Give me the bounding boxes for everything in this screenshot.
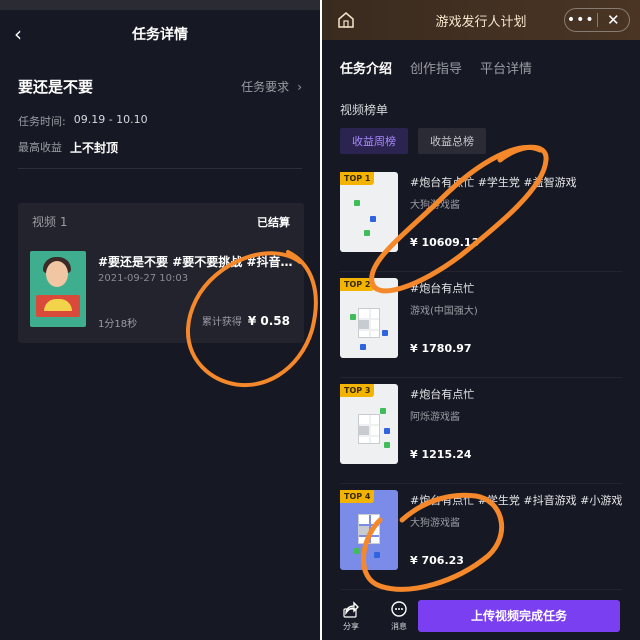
share-button[interactable]: 分享 bbox=[332, 600, 370, 632]
task-header: 要还是不要 任务要求 › bbox=[0, 76, 320, 97]
thumbnail-block bbox=[382, 330, 388, 336]
video-thumbnail[interactable] bbox=[30, 251, 86, 327]
thumbnail-grid bbox=[358, 414, 380, 444]
item-amount: ¥ 1780.97 bbox=[410, 342, 472, 355]
list-item[interactable]: TOP 1 #炮台有点忙 #学生党 #益智游戏 大狗游戏酱 ¥ 10609.13 bbox=[340, 166, 622, 272]
video-title: #要还是不要 #要不要挑战 #抖音... bbox=[98, 255, 294, 269]
thumbnail-block bbox=[384, 428, 390, 434]
list-item[interactable]: TOP 2 #炮台有点忙 游戏(中国强大) ¥ 1780.97 bbox=[340, 272, 622, 378]
item-author: 阿烁游戏酱 bbox=[410, 412, 460, 423]
video-duration: 1分18秒 bbox=[98, 319, 138, 330]
chevron-right-icon: › bbox=[297, 80, 302, 94]
video-earnings: 累计获得 ¥ 0.58 bbox=[202, 313, 290, 328]
earned-label: 累计获得 bbox=[201, 317, 242, 328]
task-requirements-link[interactable]: 任务要求 › bbox=[241, 78, 302, 95]
video-card-header: 视频 1 已结算 bbox=[18, 203, 304, 240]
divider bbox=[18, 168, 302, 169]
video-ranking-list: TOP 1 #炮台有点忙 #学生党 #益智游戏 大狗游戏酱 ¥ 10609.13… bbox=[340, 166, 622, 590]
back-arrow-icon[interactable]: ‹ bbox=[14, 24, 34, 44]
mini-program-title: 游戏发行人计划 bbox=[435, 14, 527, 30]
thumbnail-block bbox=[350, 314, 356, 320]
rank-badge: TOP 4 bbox=[340, 490, 375, 503]
thumbnail-face bbox=[46, 261, 68, 287]
rank-badge: TOP 1 bbox=[340, 172, 375, 185]
max-earnings-row: 最高收益 上不封顶 bbox=[18, 139, 302, 156]
message-icon bbox=[391, 600, 407, 617]
item-title: #炮台有点忙 #学生党 #抖音游戏 #小游戏 bbox=[410, 494, 622, 507]
top-bar: ‹ 任务详情 bbox=[0, 10, 320, 58]
max-earnings-label: 最高收益 bbox=[18, 141, 62, 154]
status-bar bbox=[0, 0, 320, 10]
max-earnings-value: 上不封顶 bbox=[70, 141, 119, 155]
thumbnail-block bbox=[364, 230, 370, 236]
upload-video-button[interactable]: 上传视频完成任务 bbox=[418, 600, 620, 632]
item-author: 大狗游戏酱 bbox=[410, 200, 460, 211]
thumbnail-block bbox=[360, 344, 366, 350]
section-title: 视频榜单 bbox=[340, 103, 389, 117]
rank-badge: TOP 3 bbox=[340, 384, 375, 397]
tab-creation-guide[interactable]: 创作指导 bbox=[410, 58, 462, 77]
thumbnail-block bbox=[354, 548, 360, 554]
thumbnail-grid bbox=[358, 308, 380, 338]
item-author: 游戏(中国强大) bbox=[410, 306, 478, 317]
share-label: 分享 bbox=[343, 621, 359, 631]
item-amount: ¥ 1215.24 bbox=[410, 448, 472, 461]
bottom-action-bar: 分享 消息 上传视频完成任务 bbox=[322, 592, 640, 640]
item-amount: ¥ 706.23 bbox=[410, 554, 464, 567]
task-name: 要还是不要 bbox=[18, 78, 94, 96]
list-item[interactable]: TOP 4 #炮台有点忙 #学生党 #抖音游戏 #小游戏 大狗游戏酱 ¥ 706… bbox=[340, 484, 622, 590]
ranking-toggle: 收益周榜 收益总榜 bbox=[322, 128, 640, 154]
video-card[interactable]: 视频 1 已结算 #要还是不要 #要不要挑战 #抖音... 2021-09-27… bbox=[18, 203, 304, 343]
mini-program-header: 游戏发行人计划 ••• ✕ bbox=[322, 0, 640, 40]
task-time-value: 09.19 - 10.10 bbox=[73, 113, 148, 126]
task-time-label: 任务时间: bbox=[18, 115, 66, 128]
item-amount: ¥ 10609.13 bbox=[410, 236, 480, 249]
thumbnail-block bbox=[370, 216, 376, 222]
total-earnings-pill[interactable]: 收益总榜 bbox=[418, 128, 486, 154]
page-title: 任务详情 bbox=[132, 27, 188, 43]
game-publisher-screen: 游戏发行人计划 ••• ✕ 任务介绍 创作指导 平台详情 视频榜单 收益周榜 收… bbox=[322, 0, 640, 640]
task-meta: 任务时间: 09.19 - 10.10 最高收益 上不封顶 bbox=[0, 113, 320, 156]
more-dots-icon[interactable]: ••• bbox=[565, 12, 597, 28]
screenshot-collage: ‹ 任务详情 要还是不要 任务要求 › 任务时间: 09.19 - 10.10 最… bbox=[0, 0, 640, 640]
video-date: 2021-09-27 10:03 bbox=[98, 273, 189, 284]
tab-platform-details[interactable]: 平台详情 bbox=[480, 58, 532, 77]
rank-badge: TOP 2 bbox=[340, 278, 375, 291]
tab-task-intro[interactable]: 任务介绍 bbox=[340, 58, 392, 77]
item-author: 大狗游戏酱 bbox=[410, 518, 460, 529]
thumbnail-block bbox=[354, 200, 360, 206]
message-label: 消息 bbox=[391, 621, 407, 631]
earned-value: ¥ 0.58 bbox=[247, 314, 290, 328]
thumbnail-grid bbox=[358, 514, 380, 544]
task-time-row: 任务时间: 09.19 - 10.10 bbox=[18, 113, 302, 129]
message-button[interactable]: 消息 bbox=[380, 600, 418, 632]
item-title: #炮台有点忙 #学生党 #益智游戏 bbox=[410, 176, 577, 189]
close-icon[interactable]: ✕ bbox=[597, 11, 629, 29]
capsule-menu: ••• ✕ bbox=[564, 8, 630, 32]
share-icon bbox=[343, 600, 359, 618]
thumbnail-block bbox=[374, 552, 380, 558]
task-requirements-label: 任务要求 bbox=[241, 80, 290, 94]
settlement-status: 已结算 bbox=[257, 215, 290, 229]
tab-bar: 任务介绍 创作指导 平台详情 bbox=[322, 58, 640, 77]
item-title: #炮台有点忙 bbox=[410, 388, 475, 401]
thumbnail-board bbox=[36, 295, 80, 317]
weekly-earnings-pill[interactable]: 收益周榜 bbox=[340, 128, 408, 154]
task-detail-screen: ‹ 任务详情 要还是不要 任务要求 › 任务时间: 09.19 - 10.10 最… bbox=[0, 0, 320, 640]
thumbnail-block bbox=[384, 442, 390, 448]
home-icon[interactable] bbox=[336, 10, 356, 30]
thumbnail-block bbox=[380, 408, 386, 414]
video-index-label: 视频 1 bbox=[32, 215, 68, 229]
item-title: #炮台有点忙 bbox=[410, 282, 475, 295]
list-item[interactable]: TOP 3 #炮台有点忙 阿烁游戏酱 ¥ 1215.24 bbox=[340, 378, 622, 484]
